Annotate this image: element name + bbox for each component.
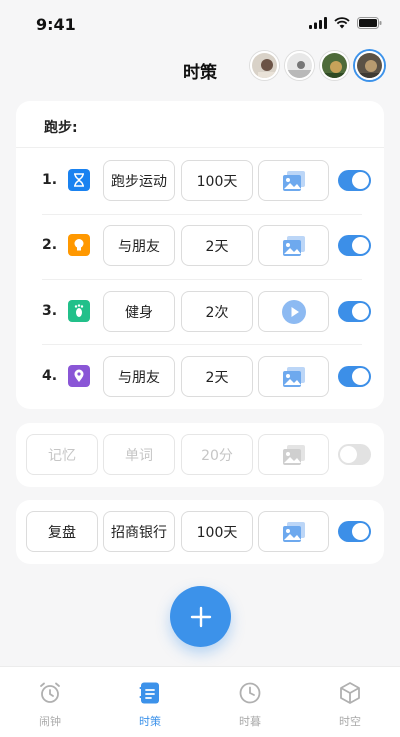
alarm-clock-icon bbox=[40, 682, 60, 703]
hourglass-icon bbox=[68, 169, 90, 191]
image-icon-button[interactable] bbox=[258, 511, 329, 552]
habit-toggle[interactable] bbox=[338, 366, 371, 387]
status-bar: 9:41 bbox=[0, 0, 400, 48]
habit-name-button[interactable]: 与朋友 bbox=[103, 356, 175, 397]
image-icon-button[interactable] bbox=[258, 434, 329, 475]
document-icon bbox=[139, 682, 159, 704]
battery-icon bbox=[357, 17, 382, 29]
habit-value-button[interactable]: 20分 bbox=[181, 434, 253, 475]
wifi-icon bbox=[334, 17, 350, 29]
image-icon-button[interactable] bbox=[258, 160, 329, 201]
habit-row: 2. 与朋友 2天 bbox=[16, 225, 384, 267]
habit-name-button[interactable]: 招商银行 bbox=[103, 511, 175, 552]
habit-card: 复盘 招商银行 100天 bbox=[16, 500, 384, 564]
habit-row: 记忆 单词 20分 bbox=[16, 434, 384, 476]
status-icons bbox=[309, 17, 382, 29]
habit-toggle[interactable] bbox=[338, 301, 371, 322]
tab-space[interactable]: 时空 bbox=[300, 667, 400, 737]
row-number: 2. bbox=[42, 237, 58, 253]
habit-value-button[interactable]: 2次 bbox=[181, 291, 253, 332]
plus-icon bbox=[190, 606, 211, 627]
image-icon bbox=[282, 521, 305, 542]
row-number: 4. bbox=[42, 368, 58, 384]
header: 时策 bbox=[0, 48, 400, 92]
play-icon-button[interactable] bbox=[258, 291, 329, 332]
avatar-group bbox=[250, 51, 384, 80]
add-button[interactable] bbox=[170, 586, 231, 647]
habit-row: 1. 跑步运动 100天 bbox=[16, 160, 384, 202]
avatar[interactable] bbox=[320, 51, 349, 80]
avatar[interactable] bbox=[250, 51, 279, 80]
footprint-icon bbox=[68, 300, 90, 322]
habit-category-button[interactable]: 记忆 bbox=[26, 434, 98, 475]
group-title: 跑步: bbox=[44, 120, 78, 136]
avatar-active[interactable] bbox=[355, 51, 384, 80]
tab-label: 时空 bbox=[339, 715, 361, 728]
habit-toggle[interactable] bbox=[338, 235, 371, 256]
tab-strategy[interactable]: 时策 bbox=[100, 667, 200, 737]
tab-alarm[interactable]: 闹钟 bbox=[0, 667, 100, 737]
signal-icon bbox=[309, 17, 327, 29]
image-icon-button[interactable] bbox=[258, 225, 329, 266]
divider bbox=[42, 279, 362, 280]
habit-row: 4. 与朋友 2天 bbox=[16, 356, 384, 398]
habit-value-button[interactable]: 100天 bbox=[181, 160, 253, 201]
lightbulb-icon bbox=[68, 234, 90, 256]
tab-label: 时策 bbox=[139, 715, 161, 728]
habit-value-button[interactable]: 100天 bbox=[181, 511, 253, 552]
image-icon bbox=[282, 170, 305, 191]
habit-category-button[interactable]: 复盘 bbox=[26, 511, 98, 552]
habit-name-button[interactable]: 单词 bbox=[103, 434, 175, 475]
habit-name-button[interactable]: 健身 bbox=[103, 291, 175, 332]
image-icon bbox=[282, 366, 305, 387]
habit-name-button[interactable]: 跑步运动 bbox=[103, 160, 175, 201]
habit-card-disabled: 记忆 单词 20分 bbox=[16, 423, 384, 487]
habit-row: 3. 健身 2次 bbox=[16, 291, 384, 333]
location-pin-icon bbox=[68, 365, 90, 387]
tab-label: 闹钟 bbox=[39, 715, 61, 728]
play-icon bbox=[281, 299, 306, 324]
habit-name-button[interactable]: 与朋友 bbox=[103, 225, 175, 266]
row-number: 3. bbox=[42, 303, 58, 319]
divider bbox=[16, 147, 384, 148]
avatar[interactable] bbox=[285, 51, 314, 80]
habit-toggle[interactable] bbox=[338, 521, 371, 542]
image-icon bbox=[282, 235, 305, 256]
divider bbox=[42, 214, 362, 215]
clock-icon bbox=[239, 682, 261, 704]
tab-time[interactable]: 时暮 bbox=[200, 667, 300, 737]
divider bbox=[42, 344, 362, 345]
habit-group-card: 跑步: 1. 跑步运动 100天 2. 与朋友 2天 3. 健身 2次 4. 与… bbox=[16, 101, 384, 409]
status-time: 9:41 bbox=[36, 15, 76, 34]
tab-label: 时暮 bbox=[239, 715, 261, 728]
image-icon bbox=[282, 444, 305, 465]
habit-toggle[interactable] bbox=[338, 170, 371, 191]
cube-icon bbox=[340, 682, 360, 704]
tab-bar: 闹钟 时策 时暮 时空 bbox=[0, 666, 400, 737]
habit-value-button[interactable]: 2天 bbox=[181, 225, 253, 266]
row-number: 1. bbox=[42, 172, 58, 188]
habit-row: 复盘 招商银行 100天 bbox=[16, 511, 384, 553]
habit-value-button[interactable]: 2天 bbox=[181, 356, 253, 397]
habit-toggle[interactable] bbox=[338, 444, 371, 465]
image-icon-button[interactable] bbox=[258, 356, 329, 397]
